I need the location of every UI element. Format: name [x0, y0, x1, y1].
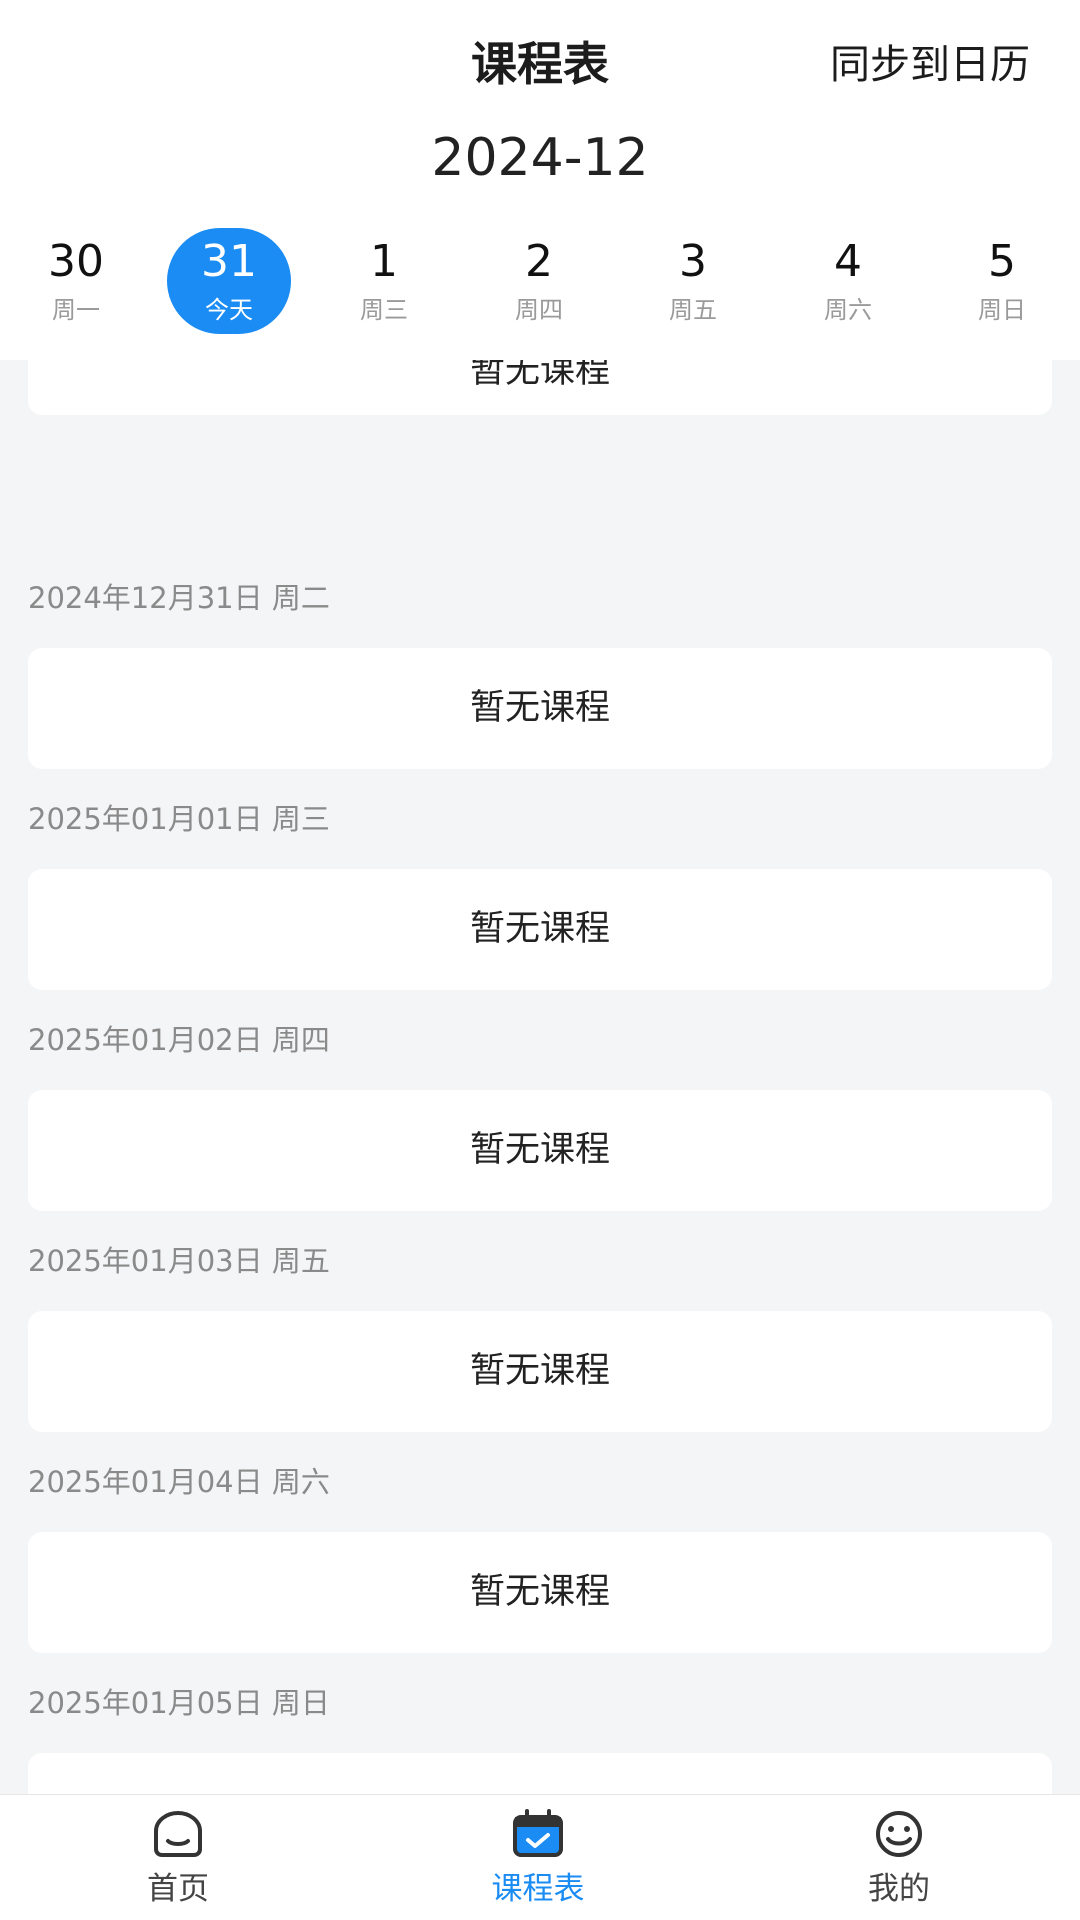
nav-item-profile[interactable]: 我的	[799, 1809, 999, 1908]
week-day-number: 2	[474, 228, 604, 286]
schedule-date-label: 2025年01月02日 周四	[28, 990, 330, 1090]
week-day-number: 31	[167, 228, 291, 286]
schedule-list[interactable]: 2024年12月30日 周一 暂无课程 2024年12月31日 周二 暂无课程 …	[0, 360, 1080, 1794]
schedule-card[interactable]: 暂无课程	[28, 1753, 1052, 1794]
week-strip: 30 周一 31 今天 1 周三 2 周四 3 周五 4 周六	[0, 228, 1080, 338]
schedule-day: 2025年01月05日 周日 暂无课程	[0, 1653, 1080, 1794]
week-day-label: 周三	[319, 290, 449, 325]
week-day-number: 4	[783, 228, 913, 286]
week-day-number: 30	[11, 228, 141, 286]
bottom-nav: 首页 课程表 我的	[0, 1794, 1080, 1920]
smiley-face-icon	[871, 1809, 927, 1859]
schedule-day: 2025年01月04日 周六 暂无课程	[0, 1432, 1080, 1653]
week-day-label: 今天	[167, 290, 291, 325]
schedule-day: 2025年01月02日 周四 暂无课程	[0, 990, 1080, 1211]
schedule-date-label: 2025年01月01日 周三	[28, 769, 330, 869]
schedule-date-label: 2025年01月04日 周六	[28, 1432, 330, 1532]
week-day-number: 1	[319, 228, 449, 286]
schedule-card[interactable]: 暂无课程	[28, 1532, 1052, 1653]
sync-to-calendar-button[interactable]: 同步到日历	[830, 32, 1030, 90]
week-day-label: 周四	[474, 290, 604, 325]
nav-label: 我的	[799, 1863, 999, 1908]
nav-item-schedule[interactable]: 课程表	[438, 1809, 638, 1908]
nav-item-home[interactable]: 首页	[78, 1809, 278, 1908]
week-day-label: 周日	[937, 290, 1067, 325]
schedule-list-content: 2024年12月30日 周一 暂无课程 2024年12月31日 周二 暂无课程 …	[0, 360, 1080, 1794]
schedule-date-label: 2025年01月05日 周日	[28, 1653, 330, 1753]
nav-label: 课程表	[438, 1863, 638, 1908]
week-day-label: 周五	[628, 290, 758, 325]
week-day-label: 周六	[783, 290, 913, 325]
header: 课程表 同步到日历 2024-12 30 周一 31 今天 1 周三 2 周四 …	[0, 0, 1080, 360]
week-day-5[interactable]: 4 周六	[783, 228, 913, 334]
schedule-card[interactable]: 暂无课程	[28, 648, 1052, 769]
calendar-check-icon	[510, 1809, 566, 1859]
schedule-card[interactable]: 暂无课程	[28, 869, 1052, 990]
home-icon	[150, 1809, 206, 1859]
week-day-today[interactable]: 31 今天	[167, 228, 291, 334]
week-day-label: 周一	[11, 290, 141, 325]
week-day-number: 5	[937, 228, 1067, 286]
week-day-2[interactable]: 1 周三	[319, 228, 449, 334]
schedule-day: 2024年12月30日 周一 暂无课程	[0, 360, 1080, 548]
schedule-day: 2025年01月01日 周三 暂无课程	[0, 769, 1080, 990]
schedule-date-label: 2024年12月31日 周二	[28, 548, 330, 648]
schedule-day: 2024年12月31日 周二 暂无课程	[0, 548, 1080, 769]
week-day-0[interactable]: 30 周一	[11, 228, 141, 334]
month-label: 2024-12	[0, 128, 1080, 188]
week-day-number: 3	[628, 228, 758, 286]
nav-label: 首页	[78, 1863, 278, 1908]
week-day-6[interactable]: 5 周日	[937, 228, 1067, 334]
schedule-date-label: 2025年01月03日 周五	[28, 1211, 330, 1311]
schedule-day: 2025年01月03日 周五 暂无课程	[0, 1211, 1080, 1432]
schedule-card[interactable]: 暂无课程	[28, 1311, 1052, 1432]
week-day-4[interactable]: 3 周五	[628, 228, 758, 334]
schedule-card[interactable]: 暂无课程	[28, 1090, 1052, 1211]
app-root: 课程表 同步到日历 2024-12 30 周一 31 今天 1 周三 2 周四 …	[0, 0, 1080, 1920]
schedule-card[interactable]: 暂无课程	[28, 360, 1052, 415]
week-day-3[interactable]: 2 周四	[474, 228, 604, 334]
